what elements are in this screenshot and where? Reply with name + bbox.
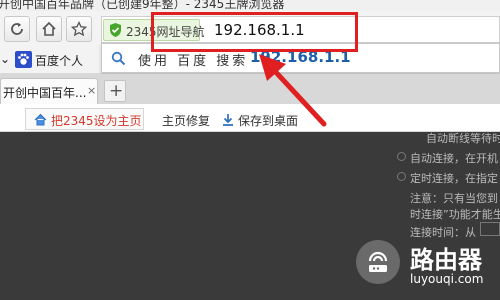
router-logo <box>356 240 400 284</box>
watermark-title: 路由器 <box>410 246 482 274</box>
router-icon <box>368 251 388 272</box>
watermark-site: luyouqi.com <box>410 272 484 286</box>
